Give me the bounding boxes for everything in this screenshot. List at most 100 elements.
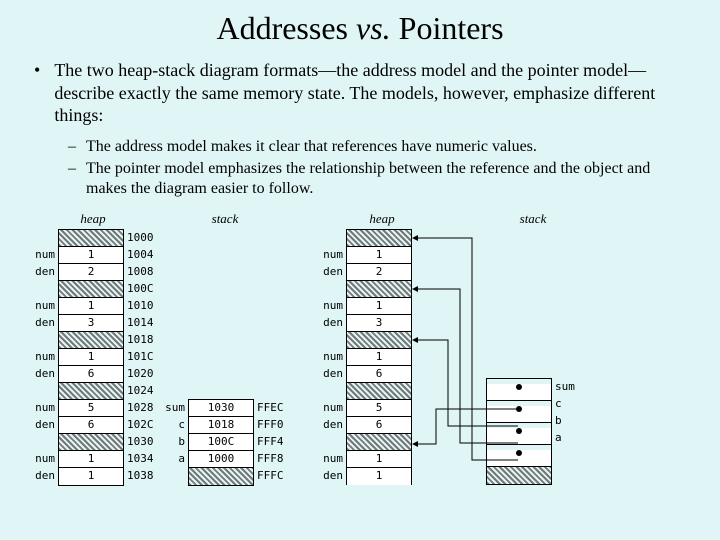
- heap-address: 1004: [124, 246, 156, 263]
- title-word-pointers: Pointers: [391, 10, 504, 46]
- pointer-heap-field-label: den: [318, 314, 346, 331]
- stack-field-label: a: [162, 450, 188, 467]
- heap-address: 1014: [124, 314, 156, 331]
- sub-bullet-1: The pointer model emphasizes the relatio…: [86, 159, 690, 199]
- pointer-heap-cell: 1: [347, 247, 411, 264]
- pointer-heap-field-label: [318, 280, 346, 297]
- pointer-stack-cell: [487, 450, 551, 467]
- pointer-heap-field-label: den: [318, 263, 346, 280]
- heap-field-label: [30, 331, 58, 348]
- stack-field-label: c: [162, 416, 188, 433]
- pointer-heap-cell: 1: [347, 349, 411, 366]
- heap-address: 1034: [124, 450, 156, 467]
- heap-address: 1024: [124, 382, 156, 399]
- heap-field-label: num: [30, 348, 58, 365]
- stack-address: FFEC: [254, 399, 284, 416]
- stack-address: FFFC: [254, 467, 284, 484]
- main-bullet-text: The two heap-stack diagram formats—the a…: [54, 59, 690, 127]
- heap-address: 1018: [124, 331, 156, 348]
- pointer-dot-icon: [516, 406, 522, 412]
- heap-cell: [59, 383, 123, 400]
- pointer-heap-cell: [347, 434, 411, 451]
- heap-address: 1020: [124, 365, 156, 382]
- heap-field-label: den: [30, 365, 58, 382]
- stack-address: FFF0: [254, 416, 284, 433]
- heap-address: 1038: [124, 467, 156, 484]
- pointer-stack-label: [552, 446, 578, 463]
- title-word-addresses: Addresses: [216, 10, 356, 46]
- heap-address: 1008: [124, 263, 156, 280]
- pointer-heap-cell: 1: [347, 451, 411, 468]
- pointer-heap-cell: [347, 230, 411, 247]
- pointer-heap-field-label: den: [318, 416, 346, 433]
- heap-cell: [59, 434, 123, 451]
- address-stack-table: sumcba10301018100C1000FFECFFF0FFF4FFF8FF…: [162, 399, 288, 486]
- pointer-dot-icon: [516, 384, 522, 390]
- pointer-stack-label: a: [552, 429, 578, 446]
- heap-field-label: num: [30, 246, 58, 263]
- pointer-stack-cell: [487, 384, 551, 401]
- stack-cell: 100C: [189, 434, 253, 451]
- heap-field-label: [30, 280, 58, 297]
- stack-cell: [189, 468, 253, 485]
- stack-cell: 1000: [189, 451, 253, 468]
- stack-cell: 1030: [189, 400, 253, 417]
- heap-field-label: num: [30, 399, 58, 416]
- pointer-heap-field-label: [318, 382, 346, 399]
- heap-cell: 5: [59, 400, 123, 417]
- heap-cell: 1: [59, 451, 123, 468]
- stack-address: FFF4: [254, 433, 284, 450]
- pointer-dot-icon: [516, 428, 522, 434]
- sub-bullet-0: The address model makes it clear that re…: [86, 137, 537, 157]
- pointer-heap-field-label: num: [318, 348, 346, 365]
- pointer-stack-cell: [487, 467, 551, 484]
- pointer-heap-cell: 6: [347, 417, 411, 434]
- pointer-heap-table: numdennumdennumdennumdennumden1213165611: [318, 229, 412, 485]
- pointer-heap-cell: [347, 281, 411, 298]
- address-stack-col: stack sumcba10301018100C1000FFECFFF0FFF4…: [162, 211, 288, 486]
- pointer-heap-cell: 1: [347, 298, 411, 315]
- pointer-dot-icon: [516, 450, 522, 456]
- sub-bullets: The address model makes it clear that re…: [68, 137, 690, 199]
- stack-label: stack: [162, 211, 288, 229]
- heap-address: 101C: [124, 348, 156, 365]
- pointer-heap-field-label: num: [318, 399, 346, 416]
- pointer-heap-cell: 6: [347, 366, 411, 383]
- main-bullet: The two heap-stack diagram formats—the a…: [30, 59, 690, 127]
- heap-cell: 1: [59, 349, 123, 366]
- heap-field-label: [30, 382, 58, 399]
- heap-field-label: num: [30, 297, 58, 314]
- title-word-vs: vs.: [356, 10, 391, 46]
- stack-field-label: b: [162, 433, 188, 450]
- heap-field-label: den: [30, 467, 58, 484]
- heap-address: 1028: [124, 399, 156, 416]
- heap-address: 102C: [124, 416, 156, 433]
- pointer-heap-field-label: [318, 331, 346, 348]
- pointer-heap-cell: 1: [347, 468, 411, 485]
- heap-address: 1030: [124, 433, 156, 450]
- diagrams-area: heap numdennumdennumdennumdennumden12131…: [30, 211, 690, 486]
- heap-cell: 6: [59, 366, 123, 383]
- address-heap-col: heap numdennumdennumdennumdennumden12131…: [30, 211, 156, 486]
- address-heap-table: numdennumdennumdennumdennumden1213165611…: [30, 229, 156, 486]
- heap-cell: [59, 281, 123, 298]
- pointer-heap-label: heap: [318, 211, 446, 229]
- pointer-stack-label: sum: [552, 378, 578, 395]
- heap-address: 1010: [124, 297, 156, 314]
- pointer-heap-field-label: [318, 229, 346, 246]
- pointer-heap-field-label: num: [318, 297, 346, 314]
- heap-field-label: num: [30, 450, 58, 467]
- pointer-heap-cell: [347, 383, 411, 400]
- page-title: Addresses vs. Pointers: [30, 10, 690, 47]
- pointer-stack-label: c: [552, 395, 578, 412]
- heap-address: 1000: [124, 229, 156, 246]
- heap-cell: 3: [59, 315, 123, 332]
- heap-label: heap: [30, 211, 156, 229]
- heap-cell: [59, 230, 123, 247]
- heap-field-label: den: [30, 263, 58, 280]
- pointer-heap-field-label: den: [318, 467, 346, 484]
- pointer-model: heap stack numdennumdennumdennumdennumde…: [318, 211, 578, 486]
- heap-cell: 2: [59, 264, 123, 281]
- pointer-stack-label: b: [552, 412, 578, 429]
- stack-cell: 1018: [189, 417, 253, 434]
